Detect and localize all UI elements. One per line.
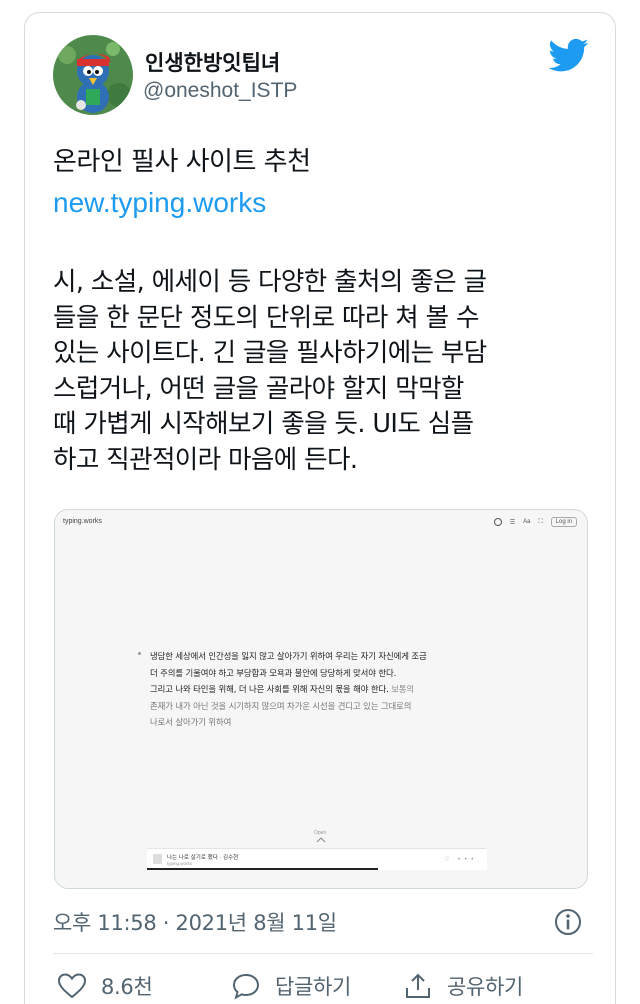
- share-label: 공유하기: [447, 975, 524, 999]
- share-icon: [406, 973, 430, 998]
- font-icon: Aa: [523, 519, 531, 525]
- divider: [53, 953, 593, 954]
- tweet-body-line: 때 가볍게 시작해보기 좋을 듯. UI도 심플: [53, 409, 474, 439]
- passage-typed-text: 그리고 나와 타인을 위해, 더 나은 사회를 위해 자신의 몫을 해야 한다.: [150, 684, 389, 695]
- embedded-screenshot[interactable]: typing.works ☰ Aa ⛶ Log in 냉담한 세상에서 인간성을…: [54, 509, 588, 889]
- tweet-timestamp[interactable]: 오후 11:58 · 2021년 8월 11일: [53, 907, 337, 937]
- passage-line: 냉담한 세상에서 인간성을 잃지 않고 살아가기 위하여 우리는 자기 자신에게…: [150, 651, 427, 661]
- tweet-body-line: 있는 사이트다. 긴 글을 필사하기에는 부담: [53, 338, 487, 368]
- site-logo: typing.works: [63, 518, 102, 525]
- share-button[interactable]: 공유하기: [403, 971, 523, 1001]
- embed-topbar: typing.works ☰ Aa ⛶ Log in: [55, 510, 587, 536]
- twitter-logo-icon[interactable]: [549, 35, 589, 75]
- target-icon: [493, 518, 502, 526]
- tweet-body-line: 시, 소설, 에세이 등 다양한 출처의 좋은 글: [53, 267, 487, 297]
- reply-button[interactable]: 답글하기: [231, 971, 351, 1001]
- reply-label: 답글하기: [275, 975, 352, 999]
- embed-toolbar: ☰ Aa ⛶ Log in: [493, 517, 577, 527]
- reply-bubble-icon: [232, 973, 260, 1000]
- info-icon[interactable]: [553, 907, 583, 937]
- tweet-card: 인생한방잇팁녀 @oneshot_ISTP 온라인 필사 사이트 추천 new.…: [24, 12, 616, 1004]
- passage-bullet: [138, 652, 141, 655]
- chevron-up-icon: [316, 837, 326, 843]
- progress-bar: [147, 868, 379, 870]
- tweet-body-line: 하고 직관적이라 마음에 든다.: [53, 444, 358, 475]
- fullscreen-icon: ⛶: [538, 518, 543, 525]
- tweet-body: 시, 소설, 에세이 등 다양한 출처의 좋은 글 들을 한 문단 정도의 단위…: [53, 265, 605, 478]
- user-handle[interactable]: @oneshot_ISTP: [143, 79, 297, 103]
- book-thumbnail: [153, 854, 162, 864]
- passage-line: 존재가 내가 아닌 것을 시기하지 않으며 차가운 시선을 견디고 있는 그대로…: [150, 700, 412, 711]
- tweet-title: 온라인 필사 사이트 추천: [53, 147, 311, 177]
- passage-untyped-text: 보통의: [388, 684, 415, 695]
- list-icon: ☰: [509, 519, 516, 526]
- book-source: typing.works: [167, 861, 193, 866]
- avatar[interactable]: [53, 35, 133, 115]
- passage-line: 나로서 살아가기 위하여: [150, 717, 232, 728]
- book-title: 나는 나로 살기로 했다 · 김수현: [167, 855, 239, 861]
- player-icons: ♡ •••: [444, 856, 477, 863]
- like-button[interactable]: 8.6천: [57, 971, 153, 1001]
- passage-line: 더 주의를 기울여야 하고 부당함과 모욕과 불안에 당당하게 맞서야 한다.: [150, 667, 397, 678]
- tweet-body-line: 들을 한 문단 정도의 단위로 따라 쳐 볼 수: [53, 302, 479, 333]
- tweet-link[interactable]: new.typing.works: [53, 187, 266, 219]
- login-button: Log in: [550, 517, 577, 527]
- typing-passage: 냉담한 세상에서 인간성을 잃지 않고 살아가기 위하여 우리는 자기 자신에게…: [138, 648, 500, 731]
- tweet-body-line: 스럽거나, 어떤 글을 골라야 할지 막막할: [53, 373, 464, 404]
- now-playing-bar: 나는 나로 살기로 했다 · 김수현 typing.works ♡ •••: [147, 848, 487, 870]
- heart-icon: [57, 973, 87, 999]
- open-label: Open: [314, 830, 327, 836]
- like-count: 8.6천: [101, 975, 153, 999]
- passage-line: 그리고 나와 타인을 위해, 더 나은 사회를 위해 자신의 몫을 해야 한다.…: [150, 681, 500, 698]
- display-name[interactable]: 인생한방잇팁녀: [145, 47, 280, 77]
